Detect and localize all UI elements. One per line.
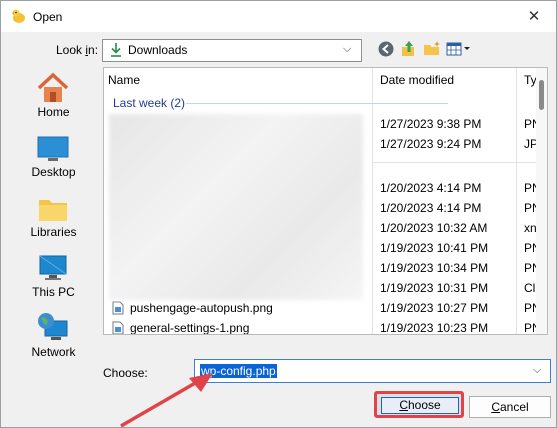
row-date: 1/27/2023 9:38 PM	[380, 117, 482, 131]
place-libraries[interactable]: Libraries	[11, 187, 96, 245]
blurred-region	[109, 114, 363, 300]
title-bar: Open ✕	[1, 1, 556, 32]
view-menu-icon[interactable]	[445, 39, 473, 59]
look-in-value: Downloads	[128, 43, 188, 57]
png-file-icon	[112, 321, 124, 334]
up-folder-icon[interactable]	[399, 39, 419, 59]
png-file-icon	[112, 301, 124, 315]
place-label: Desktop	[31, 165, 76, 179]
this-pc-icon	[39, 255, 67, 280]
file-list[interactable]: Name Date modified Ty Last week (2) 1/27…	[103, 67, 548, 335]
place-label: This PC	[32, 285, 75, 299]
group-divider	[186, 103, 448, 104]
row-date: 1/19/2023 10:31 PM	[380, 281, 489, 295]
place-this-pc[interactable]: This PC	[11, 247, 96, 305]
list-item[interactable]: pushengage-autopush.png 1/19/2023 10:27 …	[104, 298, 547, 318]
window-title: Open	[33, 10, 63, 24]
place-network[interactable]: Network	[11, 307, 96, 365]
row-type: xn	[524, 221, 537, 235]
open-dialog: Open ✕ Look in: Downloads ⌵ Home Desktop…	[0, 0, 557, 428]
close-button[interactable]: ✕	[519, 5, 549, 29]
annotation-arrow	[120, 373, 213, 428]
downloads-icon	[111, 43, 121, 57]
look-in-dropdown[interactable]: Downloads ⌵	[102, 39, 362, 62]
back-icon[interactable]	[376, 39, 396, 59]
places-bar: Home Desktop Libraries This PC Network	[11, 67, 96, 377]
app-icon	[11, 9, 25, 23]
row-date: 1/20/2023 4:14 PM	[380, 181, 482, 195]
row-date: 1/20/2023 10:32 AM	[380, 221, 488, 235]
network-icon	[38, 313, 68, 340]
row-name: general-settings-1.png	[130, 321, 250, 335]
row-date: 1/19/2023 10:41 PM	[380, 241, 489, 255]
place-home[interactable]: Home	[11, 67, 96, 125]
row-type: Cl	[524, 281, 536, 295]
column-header-date[interactable]: Date modified	[380, 73, 454, 87]
column-header-name[interactable]: Name	[108, 73, 140, 87]
look-in-label: Look in:	[56, 43, 99, 57]
chevron-down-icon[interactable]: ⌵	[533, 364, 541, 377]
group-divider	[372, 162, 536, 163]
choose-button-label: Choose	[381, 397, 459, 414]
filename-combo[interactable]: wp-config.php ⌵	[194, 359, 551, 383]
new-folder-icon[interactable]	[422, 39, 442, 59]
cancel-button[interactable]: Cancel	[469, 396, 551, 418]
choose-button[interactable]: Choose	[374, 391, 464, 418]
file-list-header: Name Date modified Ty	[104, 68, 547, 334]
group-header[interactable]: Last week (2)	[113, 96, 185, 110]
scrollbar-thumb[interactable]	[539, 80, 544, 110]
row-name: pushengage-autopush.png	[130, 301, 273, 315]
row-date: 1/19/2023 10:27 PM	[380, 301, 489, 315]
column-header-type[interactable]: Ty	[524, 73, 537, 87]
row-date: 1/19/2023 10:34 PM	[380, 261, 489, 275]
row-date: 1/20/2023 4:14 PM	[380, 201, 482, 215]
chevron-down-icon: ⌵	[343, 43, 352, 55]
home-icon	[37, 72, 69, 102]
place-label: Libraries	[30, 225, 77, 239]
place-label: Home	[37, 105, 70, 119]
vertical-scrollbar[interactable]	[536, 68, 547, 334]
list-item[interactable]: general-settings-1.png 1/19/2023 10:23 P…	[104, 318, 547, 335]
row-date: 1/27/2023 9:24 PM	[380, 137, 482, 151]
desktop-icon	[37, 136, 69, 161]
place-label: Network	[31, 345, 76, 359]
row-date: 1/19/2023 10:23 PM	[380, 321, 489, 335]
libraries-icon	[39, 200, 67, 221]
place-desktop[interactable]: Desktop	[11, 127, 96, 185]
